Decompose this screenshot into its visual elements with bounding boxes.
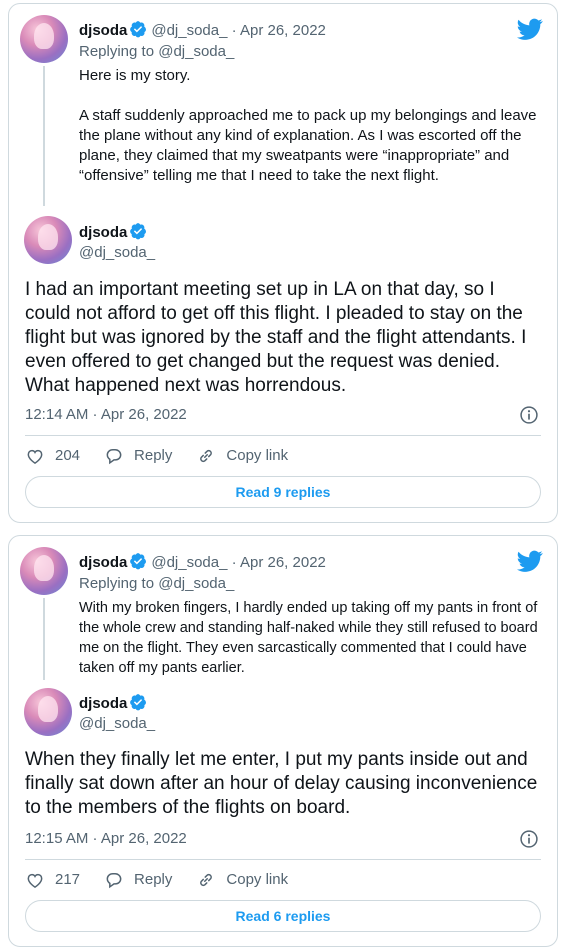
reply-label: Reply (134, 447, 173, 464)
tweet-date[interactable]: · Apr 26, 2022 (232, 22, 326, 39)
thread-line (43, 66, 45, 206)
tweet-header: djsoda @dj_soda_ · Apr 26, 2022 (79, 20, 326, 41)
author-handle[interactable]: @dj_soda_ (151, 22, 227, 39)
like-count: 204 (55, 447, 81, 464)
tweet-timestamp[interactable]: 12:14 AM · Apr 26, 2022 (25, 405, 187, 425)
main-tweet-text: I had an important meeting set up in LA … (25, 279, 527, 396)
main-author: djsoda (79, 693, 151, 714)
replying-to-label: Replying to (79, 575, 155, 592)
info-icon[interactable] (519, 829, 539, 849)
link-icon (200, 873, 213, 887)
tweet-header: djsoda @dj_soda_ · Apr 26, 2022 (79, 552, 326, 573)
author-name[interactable]: djsoda (79, 554, 127, 571)
tweet-card: djsoda @dj_soda_ · Apr 26, 2022 Replying … (8, 3, 558, 523)
avatar[interactable] (20, 15, 68, 63)
tweet-paragraph: Here is my story. (79, 67, 191, 84)
parent-tweet-text: Here is my story. A staff suddenly appro… (79, 66, 539, 186)
main-author: djsoda (79, 222, 151, 243)
replying-to-label: Replying to (79, 43, 155, 60)
replying-to-handle[interactable]: @dj_soda_ (158, 575, 234, 592)
verified-badge-icon (130, 694, 147, 711)
like-button[interactable]: 204 (25, 446, 80, 466)
copy-link-label: Copy link (226, 871, 289, 888)
replying-to-handle[interactable]: @dj_soda_ (158, 43, 234, 60)
reply-icon (106, 873, 122, 889)
replying-to: Replying to @dj_soda_ (79, 42, 234, 62)
twitter-logo-icon[interactable] (517, 548, 543, 574)
read-replies-button[interactable]: Read 9 replies (25, 476, 541, 508)
replying-to: Replying to @dj_soda_ (79, 574, 234, 594)
verified-badge-icon (130, 21, 147, 38)
author-name[interactable]: djsoda (79, 695, 127, 712)
read-replies-button[interactable]: Read 6 replies (25, 900, 541, 932)
link-icon (200, 449, 213, 463)
main-tweet-text: When they finally let me enter, I put my… (25, 749, 538, 818)
copy-link-button[interactable]: Copy link (196, 870, 288, 890)
author-handle[interactable]: @dj_soda_ (79, 243, 155, 263)
heart-icon (27, 873, 43, 888)
verified-badge-icon (130, 223, 147, 240)
author-handle[interactable]: @dj_soda_ (151, 554, 227, 571)
heart-icon (27, 449, 43, 464)
avatar[interactable] (24, 216, 72, 264)
copy-link-label: Copy link (226, 447, 289, 464)
divider (25, 435, 541, 436)
info-icon[interactable] (519, 405, 539, 425)
reply-button[interactable]: Reply (104, 870, 172, 890)
avatar[interactable] (20, 547, 68, 595)
author-handle[interactable]: @dj_soda_ (79, 714, 155, 734)
tweet-actions: 217 Reply Copy link (25, 870, 312, 890)
copy-link-button[interactable]: Copy link (196, 446, 288, 466)
verified-badge-icon (130, 553, 147, 570)
tweet-date[interactable]: · Apr 26, 2022 (232, 554, 326, 571)
like-count: 217 (55, 871, 81, 888)
tweet-timestamp[interactable]: 12:15 AM · Apr 26, 2022 (25, 829, 187, 849)
tweet-paragraph: A staff suddenly approached me to pack u… (79, 107, 537, 184)
thread-line (43, 598, 45, 680)
tweet-actions: 204 Reply Copy link (25, 446, 312, 466)
avatar[interactable] (24, 688, 72, 736)
tweet-card: djsoda @dj_soda_ · Apr 26, 2022 Replying … (8, 535, 558, 947)
tweet-paragraph: With my broken fingers, I hardly ended u… (79, 600, 538, 676)
reply-button[interactable]: Reply (104, 446, 172, 466)
reply-icon (106, 449, 122, 465)
author-name[interactable]: djsoda (79, 224, 127, 241)
reply-label: Reply (134, 871, 173, 888)
author-name[interactable]: djsoda (79, 22, 127, 39)
divider (25, 859, 541, 860)
twitter-logo-icon[interactable] (517, 16, 543, 42)
like-button[interactable]: 217 (25, 870, 80, 890)
parent-tweet-text: With my broken fingers, I hardly ended u… (79, 598, 539, 678)
